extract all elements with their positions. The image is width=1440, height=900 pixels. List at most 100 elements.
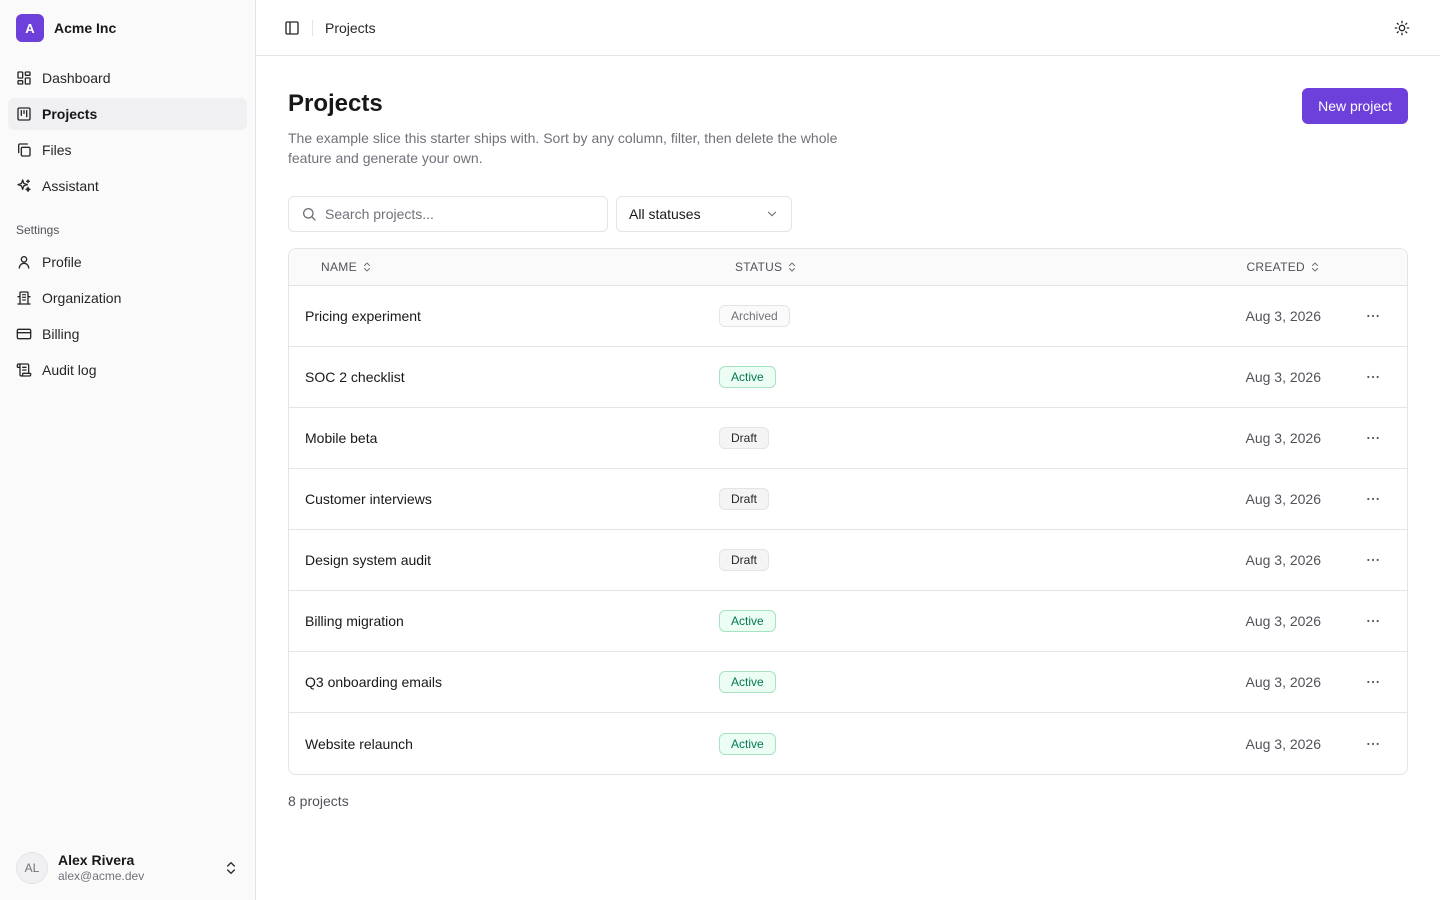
status-badge: Draft [719, 427, 770, 449]
theme-toggle-button[interactable] [1388, 14, 1416, 42]
sidebar-item-dashboard[interactable]: Dashboard [8, 62, 247, 94]
project-name: Mobile beta [305, 430, 378, 446]
sort-icon [363, 262, 370, 272]
page-title: Projects [288, 90, 383, 117]
settings-section-label: Settings [16, 223, 60, 237]
sidebar-item-audit-log[interactable]: Audit log [8, 354, 247, 386]
sidebar-item-assistant[interactable]: Assistant [8, 170, 247, 202]
main-area: Projects Projects The example slice this… [256, 0, 1440, 900]
credit-card-icon [16, 328, 32, 340]
column-header-status: STATUS [735, 260, 783, 274]
project-name: SOC 2 checklist [305, 369, 405, 385]
project-name: Billing migration [305, 613, 404, 629]
created-date: Aug 3, 2026 [1245, 491, 1321, 507]
table-row[interactable]: Pricing experiment Archived Aug 3, 2026 [289, 286, 1407, 347]
column-header-created: CREATED [1246, 260, 1305, 274]
project-name: Design system audit [305, 552, 432, 568]
table-row[interactable]: Customer interviews Draft Aug 3, 2026 [289, 469, 1407, 530]
project-name: Customer interviews [305, 491, 432, 507]
status-filter-value: All statuses [629, 206, 701, 222]
sidebar-item-label: Profile [42, 254, 82, 270]
projects-icon [17, 107, 31, 121]
filter-bar: All statuses [288, 196, 1408, 232]
user-email: alex@acme.dev [58, 869, 145, 884]
user-menu[interactable]: AL Alex Rivera alex@acme.dev [0, 836, 255, 900]
sidebar-item-billing[interactable]: Billing [8, 318, 247, 350]
more-horizontal-icon [1367, 314, 1379, 318]
page-description: The example slice this starter ships wit… [288, 130, 838, 166]
sort-by-created[interactable]: CREATED [1246, 260, 1321, 274]
table-row[interactable]: Billing migration Active Aug 3, 2026 [289, 591, 1407, 652]
sidebar-item-profile[interactable]: Profile [8, 246, 247, 278]
table-row[interactable]: Mobile beta Draft Aug 3, 2026 [289, 408, 1407, 469]
table-row[interactable]: Q3 onboarding emails Active Aug 3, 2026 [289, 652, 1407, 713]
projects-table: NAME STATUS CREATED Pricing experiment A… [288, 248, 1408, 775]
user-icon [18, 255, 30, 269]
more-horizontal-icon [1367, 619, 1379, 623]
project-count: 8 projects [288, 793, 349, 809]
created-date: Aug 3, 2026 [1245, 735, 1321, 752]
sidebar-item-label: Audit log [42, 362, 97, 378]
topbar: Projects [256, 0, 1440, 56]
new-project-button[interactable]: New project [1302, 88, 1408, 124]
row-actions-button[interactable] [1359, 485, 1387, 513]
status-badge: Archived [719, 305, 790, 327]
table-row[interactable]: Website relaunch Active Aug 3, 2026 [289, 713, 1407, 774]
status-badge: Active [719, 610, 776, 632]
org-switcher[interactable]: A Acme Inc [0, 0, 255, 56]
files-icon [18, 143, 31, 157]
sidebar-item-organization[interactable]: Organization [8, 282, 247, 314]
more-horizontal-icon [1367, 497, 1379, 501]
status-badge: Active [719, 366, 776, 388]
search-icon [303, 208, 316, 221]
org-logo: A [16, 14, 44, 42]
row-actions-button[interactable] [1359, 730, 1387, 758]
table-body: Pricing experiment Archived Aug 3, 2026 … [289, 286, 1407, 774]
sidebar-item-label: Dashboard [42, 70, 111, 86]
created-date: Aug 3, 2026 [1245, 613, 1321, 629]
sort-icon [1312, 262, 1318, 272]
avatar: AL [16, 852, 48, 884]
chevrons-up-down-icon[interactable] [223, 860, 239, 876]
toggle-sidebar-button[interactable] [278, 14, 306, 42]
project-name: Pricing experiment [305, 308, 421, 324]
sort-by-name[interactable]: NAME [321, 260, 703, 274]
page-header: Projects The example slice this starter … [288, 88, 1408, 168]
search-input[interactable] [325, 206, 595, 222]
created-date: Aug 3, 2026 [1245, 369, 1321, 385]
table-header: NAME STATUS CREATED [289, 249, 1407, 286]
created-date: Aug 3, 2026 [1245, 674, 1321, 690]
row-actions-button[interactable] [1359, 424, 1387, 452]
sidebar-item-label: Projects [42, 106, 98, 122]
more-horizontal-icon [1367, 558, 1379, 562]
sidebar: A Acme Inc Dashboard Projects Files Assi… [0, 0, 256, 900]
row-actions-button[interactable] [1359, 363, 1387, 391]
created-date: Aug 3, 2026 [1245, 430, 1321, 446]
status-badge: Draft [719, 488, 770, 510]
status-badge: Active [719, 732, 776, 755]
main-nav: Dashboard Projects Files Assistant Setti… [0, 56, 255, 390]
search-box[interactable] [288, 196, 608, 232]
row-actions-button[interactable] [1359, 302, 1387, 330]
sidebar-item-label: Files [42, 142, 72, 158]
sparkles-icon [17, 179, 31, 192]
sidebar-item-label: Organization [42, 290, 122, 306]
status-badge: Active [719, 671, 776, 693]
row-actions-button[interactable] [1359, 668, 1387, 696]
project-name: Q3 onboarding emails [305, 674, 442, 690]
building-icon [17, 291, 31, 305]
sidebar-item-files[interactable]: Files [8, 134, 247, 166]
status-badge: Draft [719, 549, 770, 571]
sidebar-item-projects[interactable]: Projects [8, 98, 247, 130]
app-shell: A Acme Inc Dashboard Projects Files Assi… [0, 0, 1440, 900]
row-actions-button[interactable] [1359, 546, 1387, 574]
more-horizontal-icon [1367, 375, 1379, 379]
sort-by-status[interactable]: STATUS [735, 260, 1203, 274]
row-actions-button[interactable] [1359, 607, 1387, 635]
table-row[interactable]: Design system audit Draft Aug 3, 2026 [289, 530, 1407, 591]
scroll-icon [16, 363, 32, 377]
sort-icon [789, 262, 796, 272]
table-row[interactable]: SOC 2 checklist Active Aug 3, 2026 [289, 347, 1407, 408]
status-filter-select[interactable]: All statuses [616, 196, 792, 232]
sidebar-item-label: Assistant [42, 178, 99, 194]
